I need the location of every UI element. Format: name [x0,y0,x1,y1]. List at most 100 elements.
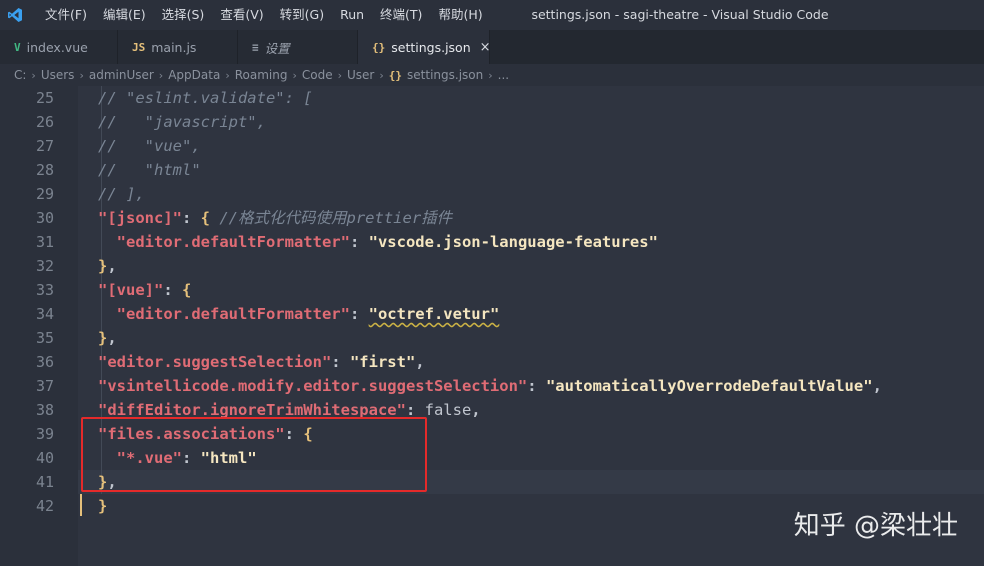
code-line[interactable]: "[vue]": { [98,278,191,302]
line-number: 37 [35,377,54,395]
code-token: , [107,329,117,347]
code-token: } [98,329,108,347]
chevron-right-icon: › [31,68,36,82]
line-number: 40 [35,449,54,467]
chevron-right-icon: › [488,68,493,82]
breadcrumb-item[interactable]: AppData [168,68,220,82]
line-number: 41 [35,473,54,491]
code-line[interactable]: "editor.defaultFormatter": "octref.vetur… [98,302,500,326]
chevron-right-icon: › [225,68,230,82]
chevron-right-icon: › [292,68,297,82]
code-token: , [415,353,425,371]
line-number: 35 [35,329,54,347]
tab-settings-ui[interactable]: ≡ 设置 [238,30,358,64]
code-line[interactable]: // "javascript", [98,110,266,134]
breadcrumb-file[interactable]: settings.json [407,68,483,82]
breadcrumb-more[interactable]: ... [498,68,509,82]
code-token: "vscode.json-language-features" [368,233,658,251]
code-line[interactable]: // "vue", [98,134,201,158]
menu-view[interactable]: 查看(V) [212,0,271,30]
line-number: 39 [35,425,54,443]
close-icon[interactable]: × [480,40,491,55]
code-line[interactable]: } [98,494,107,518]
code-area[interactable]: // "eslint.validate": [ // "javascript", /… [78,86,984,566]
line-number: 27 [35,137,54,155]
tab-index-vue[interactable]: V index.vue [0,30,118,64]
code-line[interactable]: // ], [98,182,145,206]
code-token: "automaticallyOverrodeDefaultValue" [545,377,873,395]
js-icon: JS [132,40,146,54]
code-token: // "eslint.validate": [ [98,89,313,107]
code-token: //格式化代码使用prettier插件 [210,209,453,227]
watermark: 知乎 @梁壮壮 [793,511,958,541]
line-number: 25 [35,89,54,107]
tab-label: 设置 [264,40,290,56]
chevron-right-icon: › [79,68,84,82]
code-token: : [349,305,369,323]
menu-file[interactable]: 文件(F) [37,0,95,30]
breadcrumb-item[interactable]: Code [302,68,333,82]
json-icon: {} [372,40,386,54]
title-bar: 文件(F) 编辑(E) 选择(S) 查看(V) 转到(G) Run 终端(T) … [0,0,984,30]
code-token: : [527,377,546,395]
tab-settings-json[interactable]: {} settings.json × [358,30,491,64]
breadcrumb-item[interactable]: adminUser [89,68,154,82]
breadcrumb-item[interactable]: Users [41,68,75,82]
code-token: "octref.vetur" [368,305,500,323]
code-token: { [200,209,211,227]
line-number: 28 [35,161,54,179]
code-token: : [163,281,182,299]
code-token: } [98,257,108,275]
code-token: false [424,401,472,419]
menu-go[interactable]: 转到(G) [272,0,332,30]
code-token: , [107,257,117,275]
code-token: // "javascript", [98,113,266,131]
chevron-right-icon: › [379,68,384,82]
breadcrumb: C: › Users › adminUser › AppData › Roami… [0,64,984,86]
breadcrumb-item[interactable]: User [347,68,374,82]
menu-bar: 文件(F) 编辑(E) 选择(S) 查看(V) 转到(G) Run 终端(T) … [37,0,491,30]
code-token: "editor.defaultFormatter" [98,233,350,251]
settings-icon: ≡ [252,40,259,54]
line-number: 36 [35,353,54,371]
code-token: "vsintellicode.modify.editor.suggestSele… [98,377,528,395]
code-line[interactable]: }, [98,254,117,278]
line-number: 30 [35,209,54,227]
code-line[interactable]: "vsintellicode.modify.editor.suggestSele… [98,374,882,398]
json-icon: {} [388,68,403,82]
editor-tab-bar: V index.vue JS main.js ≡ 设置 {} settings.… [0,30,984,64]
line-number: 33 [35,281,54,299]
code-line[interactable]: "[jsonc]": { //格式化代码使用prettier插件 [98,206,452,230]
menu-run[interactable]: Run [332,0,372,30]
code-token: : [349,233,369,251]
menu-terminal[interactable]: 终端(T) [372,0,430,30]
tab-main-js[interactable]: JS main.js [118,30,238,64]
code-line[interactable]: // "html" [98,158,201,182]
code-line[interactable]: "editor.suggestSelection": "first", [98,350,425,374]
code-token: "first" [349,353,416,371]
breadcrumb-item[interactable]: C: [14,68,26,82]
code-token: // "html" [98,161,201,179]
code-line[interactable]: }, [98,326,117,350]
code-token: // ], [98,185,145,203]
chevron-right-icon: › [158,68,164,82]
code-line[interactable]: // "eslint.validate": [ [98,86,313,110]
code-line[interactable]: "editor.defaultFormatter": "vscode.json-… [98,230,658,254]
breadcrumb-item[interactable]: Roaming [235,68,288,82]
code-token: { [182,281,192,299]
menu-edit[interactable]: 编辑(E) [95,0,154,30]
code-token: , [872,377,882,395]
code-token: "[vue]" [98,281,164,299]
code-token: : [182,209,201,227]
line-number: 26 [35,113,54,131]
tab-label: settings.json [391,39,471,55]
code-token: "editor.suggestSelection" [98,353,332,371]
text-cursor [80,494,82,516]
line-number: 29 [35,185,54,203]
code-token: "editor.defaultFormatter" [98,305,350,323]
line-number-gutter: 25 26 27 28 29 30 31 32 33 34 35 36 37 38 39 40 41 42 [0,86,78,566]
code-token: } [98,497,108,515]
tab-label: index.vue [26,39,88,55]
menu-selection[interactable]: 选择(S) [154,0,213,30]
vue-icon: V [14,40,21,54]
